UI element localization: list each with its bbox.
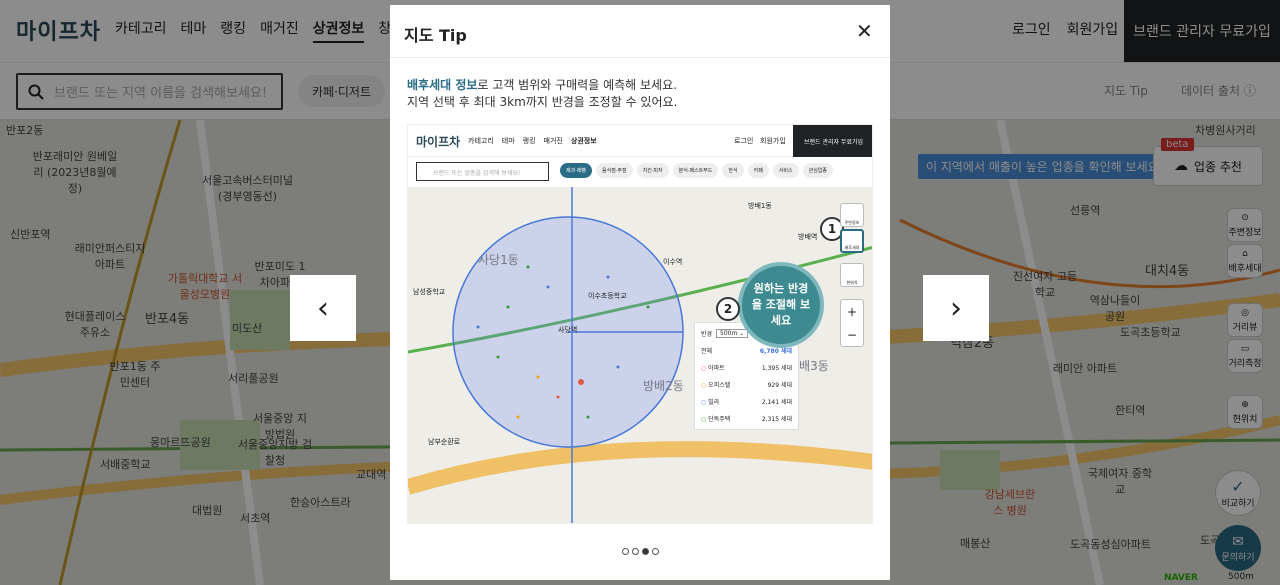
panel-row-value: 2,141 세대 (761, 399, 792, 406)
mini-map: 사당1동 방배1동 방배2동 방배3동 사당역 이수역 남성중학교 이수초등학교… (408, 187, 872, 523)
mini-chip: 치킨·피자 (636, 163, 669, 178)
mini-chip: 관심업종 (802, 163, 834, 178)
mini-map-label: 사당역 (558, 326, 578, 334)
mini-nearby-button: 주변정보 (840, 203, 864, 227)
pagination-dot[interactable] (652, 548, 659, 555)
mini-map-label: 이수역 (663, 258, 683, 266)
desc-line2: 지역 선택 후 최대 3km까지 반경을 조정할 수 있어요. (407, 95, 678, 109)
panel-row-value: 1,395 세대 (761, 365, 792, 372)
mini-header: 마이프차 카테고리 테마 랭킹 매거진 상권정보 로그인 회원가입 브랜드 관리… (408, 125, 872, 157)
mini-nav-item: 매거진 (543, 137, 563, 145)
chevron-left-icon: ‹ (317, 290, 329, 326)
panel-row-label: ○ 아파트 (701, 365, 725, 372)
radius-label: 반경 (701, 331, 713, 338)
desc-highlight: 배후세대 정보 (407, 78, 478, 92)
mini-chip: 음식점·주점 (596, 163, 633, 178)
panel-row-value: 2,315 세대 (761, 416, 792, 423)
tip-screenshot: 마이프차 카테고리 테마 랭킹 매거진 상권정보 로그인 회원가입 브랜드 관리… (407, 124, 873, 524)
mini-household-button: 배후세대 (840, 229, 864, 253)
mini-logo: 마이프차 (416, 135, 461, 149)
mini-brand-button: 브랜드 관리자 무료가입 (793, 125, 872, 157)
map-tip-modal: 지도 Tip ✕ 배후세대 정보로 고객 범위와 구매력을 예측해 보세요. 지… (390, 5, 890, 580)
mini-chips: 제과·제빵 음식점·주점 치킨·피자 분식·패스트푸드 한식 카페 서비스 관심… (560, 163, 834, 178)
mini-map-label: 사당1동 (478, 253, 519, 267)
mini-map-label: 남성중학교 (413, 288, 446, 296)
panel-row-label: ○ 빌라 (701, 399, 720, 406)
panel-row-label: ○ 단독주택 (701, 416, 731, 423)
step-badge-2: 2 (716, 297, 740, 321)
mini-map-label: 방배1동 (748, 202, 772, 210)
mini-nav-item: 상권정보 (570, 137, 597, 145)
mini-map-label: 방배역 (798, 233, 818, 241)
mini-chip: 분식·패스트푸드 (672, 163, 719, 178)
mini-nav-item: 랭킹 (522, 137, 536, 145)
plus-icon: + (846, 304, 858, 319)
mini-chip: 제과·제빵 (560, 163, 592, 178)
minus-icon: − (846, 327, 858, 342)
mini-map-label: 남부순환로 (428, 438, 461, 446)
slide-pagination (622, 548, 659, 555)
mini-location-button: 현위치 (840, 263, 864, 287)
mini-nav-item: 테마 (501, 137, 515, 145)
panel-row-label: ○ 오피스텔 (701, 382, 731, 389)
mini-map-label: 이수초등학교 (588, 292, 627, 300)
mini-search: 브랜드 또는 업종을 검색해 보세요! (416, 162, 549, 181)
next-slide-button[interactable]: › (923, 275, 989, 341)
prev-slide-button[interactable]: ‹ (290, 275, 356, 341)
mini-nav: 카테고리 테마 랭킹 매거진 상권정보 (468, 136, 597, 146)
pagination-dot[interactable] (632, 548, 639, 555)
mini-chip: 한식 (722, 163, 744, 178)
mini-subbar: 브랜드 또는 업종을 검색해 보세요! 제과·제빵 음식점·주점 치킨·피자 분… (408, 157, 872, 187)
pagination-dot-active[interactable] (642, 548, 649, 555)
desc-text: 로 고객 범위와 구매력을 예측해 보세요. (477, 78, 677, 92)
mini-signup: 회원가입 (760, 137, 786, 145)
mini-map-label: 방배2동 (643, 379, 684, 393)
modal-title: 지도 Tip (404, 26, 467, 45)
panel-row-label: 전체 (701, 348, 713, 355)
mini-chip: 서비스 (772, 163, 799, 178)
radius-select: 500m ⌄ (716, 329, 749, 338)
panel-row-value: 929 세대 (767, 382, 792, 389)
close-icon[interactable]: ✕ (856, 19, 873, 43)
mini-login: 로그인 (734, 137, 754, 145)
pagination-dot[interactable] (622, 548, 629, 555)
modal-description: 배후세대 정보로 고객 범위와 구매력을 예측해 보세요. 지역 선택 후 최대… (407, 77, 677, 111)
mini-nav-item: 카테고리 (468, 137, 494, 145)
mini-chip: 카페 (747, 163, 769, 178)
mini-zoom-control: + − (840, 299, 864, 347)
radius-tip-bubble: 원하는 반경을 조절해 보세요 (738, 262, 824, 348)
chevron-right-icon: › (950, 290, 962, 326)
modal-divider (390, 57, 890, 58)
